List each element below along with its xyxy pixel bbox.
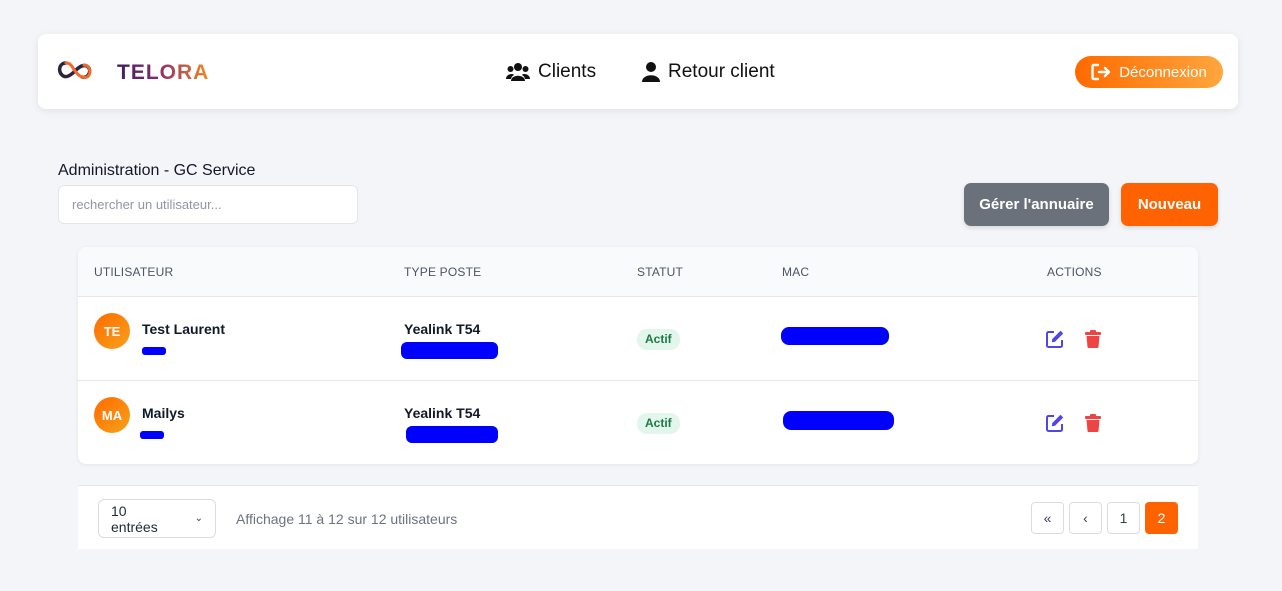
trash-icon[interactable] xyxy=(1083,413,1103,433)
table-footer: 10 entrées ⌄ Affichage 11 à 12 sur 12 ut… xyxy=(78,485,1198,549)
column-header-utilisateur: UTILISATEUR xyxy=(94,265,174,279)
nav-clients[interactable]: Clients xyxy=(506,34,596,109)
nav-retour-client[interactable]: Retour client xyxy=(642,34,775,109)
users-table: UTILISATEUR TYPE POSTE STATUT MAC ACTION… xyxy=(78,247,1198,464)
chevron-down-icon: ⌄ xyxy=(194,513,203,524)
user-icon xyxy=(642,61,660,82)
avatar: TE xyxy=(94,313,130,349)
column-header-type-poste: TYPE POSTE xyxy=(404,265,482,279)
redacted-device-detail xyxy=(401,342,498,359)
page-title: Administration - GC Service xyxy=(58,162,256,179)
device-type: Yealink T54 xyxy=(404,321,481,337)
manage-directory-button[interactable]: Gérer l'annuaire xyxy=(964,183,1109,226)
page-size-select[interactable]: 10 entrées ⌄ xyxy=(98,499,216,538)
new-user-button[interactable]: Nouveau xyxy=(1121,183,1218,226)
redacted-device-detail xyxy=(406,426,498,443)
first-page-button[interactable]: « xyxy=(1031,502,1064,534)
column-header-mac: MAC xyxy=(782,265,810,279)
device-type: Yealink T54 xyxy=(404,405,481,421)
nav-retour-client-label: Retour client xyxy=(668,60,775,82)
previous-page-button[interactable]: ‹ xyxy=(1069,502,1102,534)
redacted-mac xyxy=(781,327,889,345)
table-row: MA Mailys Yealink T54 Actif xyxy=(78,381,1198,464)
redacted-mac xyxy=(783,411,894,430)
search-input[interactable] xyxy=(58,185,358,224)
column-header-actions: ACTIONS xyxy=(1047,265,1102,279)
edit-icon[interactable] xyxy=(1045,413,1065,433)
user-name: Mailys xyxy=(142,405,185,421)
status-badge: Actif xyxy=(637,329,680,350)
telora-logo-icon xyxy=(57,61,92,80)
table-header: UTILISATEUR TYPE POSTE STATUT MAC ACTION… xyxy=(78,247,1198,297)
pagination-info: Affichage 11 à 12 sur 12 utilisateurs xyxy=(236,511,458,527)
logout-button[interactable]: Déconnexion xyxy=(1075,56,1223,88)
brand-name: TELORA xyxy=(117,61,210,84)
page-1-button[interactable]: 1 xyxy=(1107,502,1140,534)
column-header-statut: STATUT xyxy=(637,265,684,279)
page-2-button[interactable]: 2 xyxy=(1145,502,1178,534)
users-icon xyxy=(506,62,530,81)
nav-clients-label: Clients xyxy=(538,60,597,82)
edit-icon[interactable] xyxy=(1045,329,1065,349)
redacted-extension xyxy=(140,431,164,439)
trash-icon[interactable] xyxy=(1083,329,1103,349)
top-navbar: TELORA Clients Retour client Déconnexion xyxy=(38,34,1238,109)
avatar: MA xyxy=(94,397,130,433)
user-name: Test Laurent xyxy=(142,321,225,337)
redacted-extension xyxy=(142,347,166,355)
page-size-value: 10 entrées xyxy=(111,502,158,535)
logout-label: Déconnexion xyxy=(1119,63,1207,81)
status-badge: Actif xyxy=(637,413,680,434)
table-row: TE Test Laurent Yealink T54 Actif xyxy=(78,297,1198,381)
sign-out-icon xyxy=(1091,63,1111,81)
pagination: « ‹ 1 2 xyxy=(1031,502,1178,534)
